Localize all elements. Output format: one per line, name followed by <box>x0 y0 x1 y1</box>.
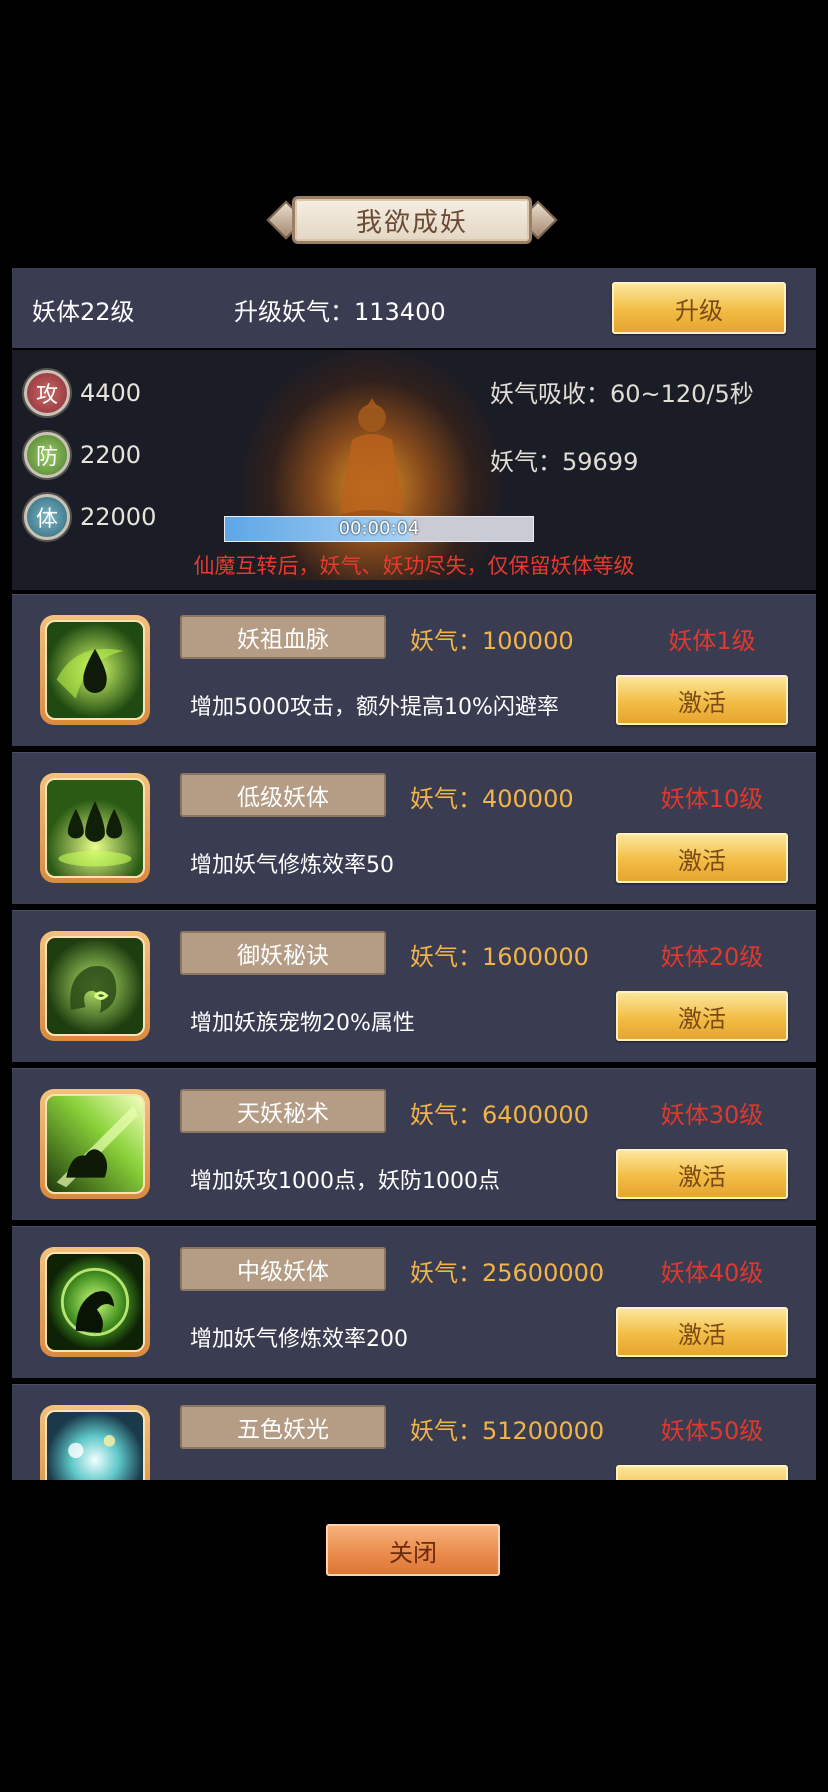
skill-description: 增加5000攻击，额外提高10%闪避率 <box>190 695 559 720</box>
skill-name-plate: 中级妖体 <box>180 1247 386 1291</box>
skill-row: 五色妖光 妖气：51200000 妖体50级 激活 <box>12 1384 816 1480</box>
skill-row: 御妖秘诀 妖气：1600000 妖体20级 增加妖族宠物20%属性 激活 <box>12 910 816 1062</box>
skill-row: 低级妖体 妖气：400000 妖体10级 增加妖气修炼效率50 激活 <box>12 752 816 904</box>
beast-spirit-icon <box>45 936 145 1036</box>
activate-button[interactable]: 激活 <box>616 833 788 883</box>
dragon-orb-icon <box>45 1252 145 1352</box>
skill-name-plate: 五色妖光 <box>180 1405 386 1449</box>
green-drop-swirl-icon <box>45 620 145 720</box>
skill-description: 增加妖族宠物20%属性 <box>190 1011 415 1036</box>
skill-requirement: 妖体20级 <box>660 943 764 971</box>
activate-button[interactable]: 激活 <box>616 1465 788 1480</box>
skill-cost: 妖气：51200000 <box>410 1417 605 1445</box>
cultivation-timer-bar: 00:00:04 <box>224 516 534 542</box>
stats-panel: 攻 4400 防 2200 体 22000 妖气吸收：60~120/5秒 妖气：… <box>12 350 816 590</box>
skill-cost: 妖气：25600000 <box>410 1259 605 1287</box>
skill-requirement: 妖体50级 <box>660 1417 764 1445</box>
activate-button[interactable]: 激活 <box>616 991 788 1041</box>
beast-slash-icon <box>45 1094 145 1194</box>
activate-button[interactable]: 激活 <box>616 675 788 725</box>
skill-row: 天妖秘术 妖气：6400000 妖体30级 增加妖攻1000点，妖防1000点 … <box>12 1068 816 1220</box>
skill-description: 增加妖气修炼效率200 <box>190 1327 408 1352</box>
body-icon: 体 <box>24 494 70 540</box>
skill-name-plate: 天妖秘术 <box>180 1089 386 1133</box>
title-plate: 我欲成妖 <box>292 196 532 244</box>
upgrade-cost-text: 升级妖气：113400 <box>234 298 446 326</box>
activate-button[interactable]: 激活 <box>616 1307 788 1357</box>
skill-name-plate: 妖祖血脉 <box>180 615 386 659</box>
skill-requirement: 妖体10级 <box>660 785 764 813</box>
skill-row: 中级妖体 妖气：25600000 妖体40级 增加妖气修炼效率200 激活 <box>12 1226 816 1378</box>
skill-description: 增加妖攻1000点，妖防1000点 <box>190 1169 500 1194</box>
skill-cost: 妖气：1600000 <box>410 943 589 971</box>
conversion-warning: 仙魔互转后，妖气、妖功尽失，仅保留妖体等级 <box>193 554 635 578</box>
skill-requirement: 妖体40级 <box>660 1259 764 1287</box>
skill-requirement: 妖体30级 <box>660 1101 764 1129</box>
skill-requirement: 妖体1级 <box>668 627 756 655</box>
triple-drop-icon <box>45 778 145 878</box>
skill-cost: 妖气：400000 <box>410 785 574 813</box>
skill-name-plate: 低级妖体 <box>180 773 386 817</box>
attack-stat: 攻 4400 <box>24 370 141 416</box>
timer-text: 00:00:04 <box>338 518 420 539</box>
defense-icon: 防 <box>24 432 70 478</box>
title-banner: 我欲成妖 <box>262 192 562 248</box>
five-color-light-icon <box>45 1410 145 1480</box>
body-stat: 体 22000 <box>24 494 156 540</box>
skill-cost: 妖气：6400000 <box>410 1101 589 1129</box>
qi-absorb-rate: 妖气吸收：60~120/5秒 <box>490 380 754 408</box>
upgrade-button[interactable]: 升级 <box>612 282 786 334</box>
attack-icon: 攻 <box>24 370 70 416</box>
qi-amount: 妖气：59699 <box>490 448 639 476</box>
skill-description: 增加妖气修炼效率50 <box>190 853 394 878</box>
body-level-text: 妖体22级 <box>32 298 135 326</box>
defense-stat: 防 2200 <box>24 432 141 478</box>
activate-button[interactable]: 激活 <box>616 1149 788 1199</box>
close-button[interactable]: 关闭 <box>326 1524 500 1576</box>
skill-name-plate: 御妖秘诀 <box>180 931 386 975</box>
skill-cost: 妖气：100000 <box>410 627 574 655</box>
skill-row: 妖祖血脉 妖气：100000 妖体1级 增加5000攻击，额外提高10%闪避率 … <box>12 594 816 746</box>
body-value: 22000 <box>80 503 157 531</box>
page-title: 我欲成妖 <box>355 207 468 238</box>
skill-list[interactable]: 妖祖血脉 妖气：100000 妖体1级 增加5000攻击，额外提高10%闪避率 … <box>12 594 816 1480</box>
defense-value: 2200 <box>80 441 142 469</box>
level-header-bar: 妖体22级 升级妖气：113400 升级 <box>12 268 816 348</box>
attack-value: 4400 <box>80 379 142 407</box>
